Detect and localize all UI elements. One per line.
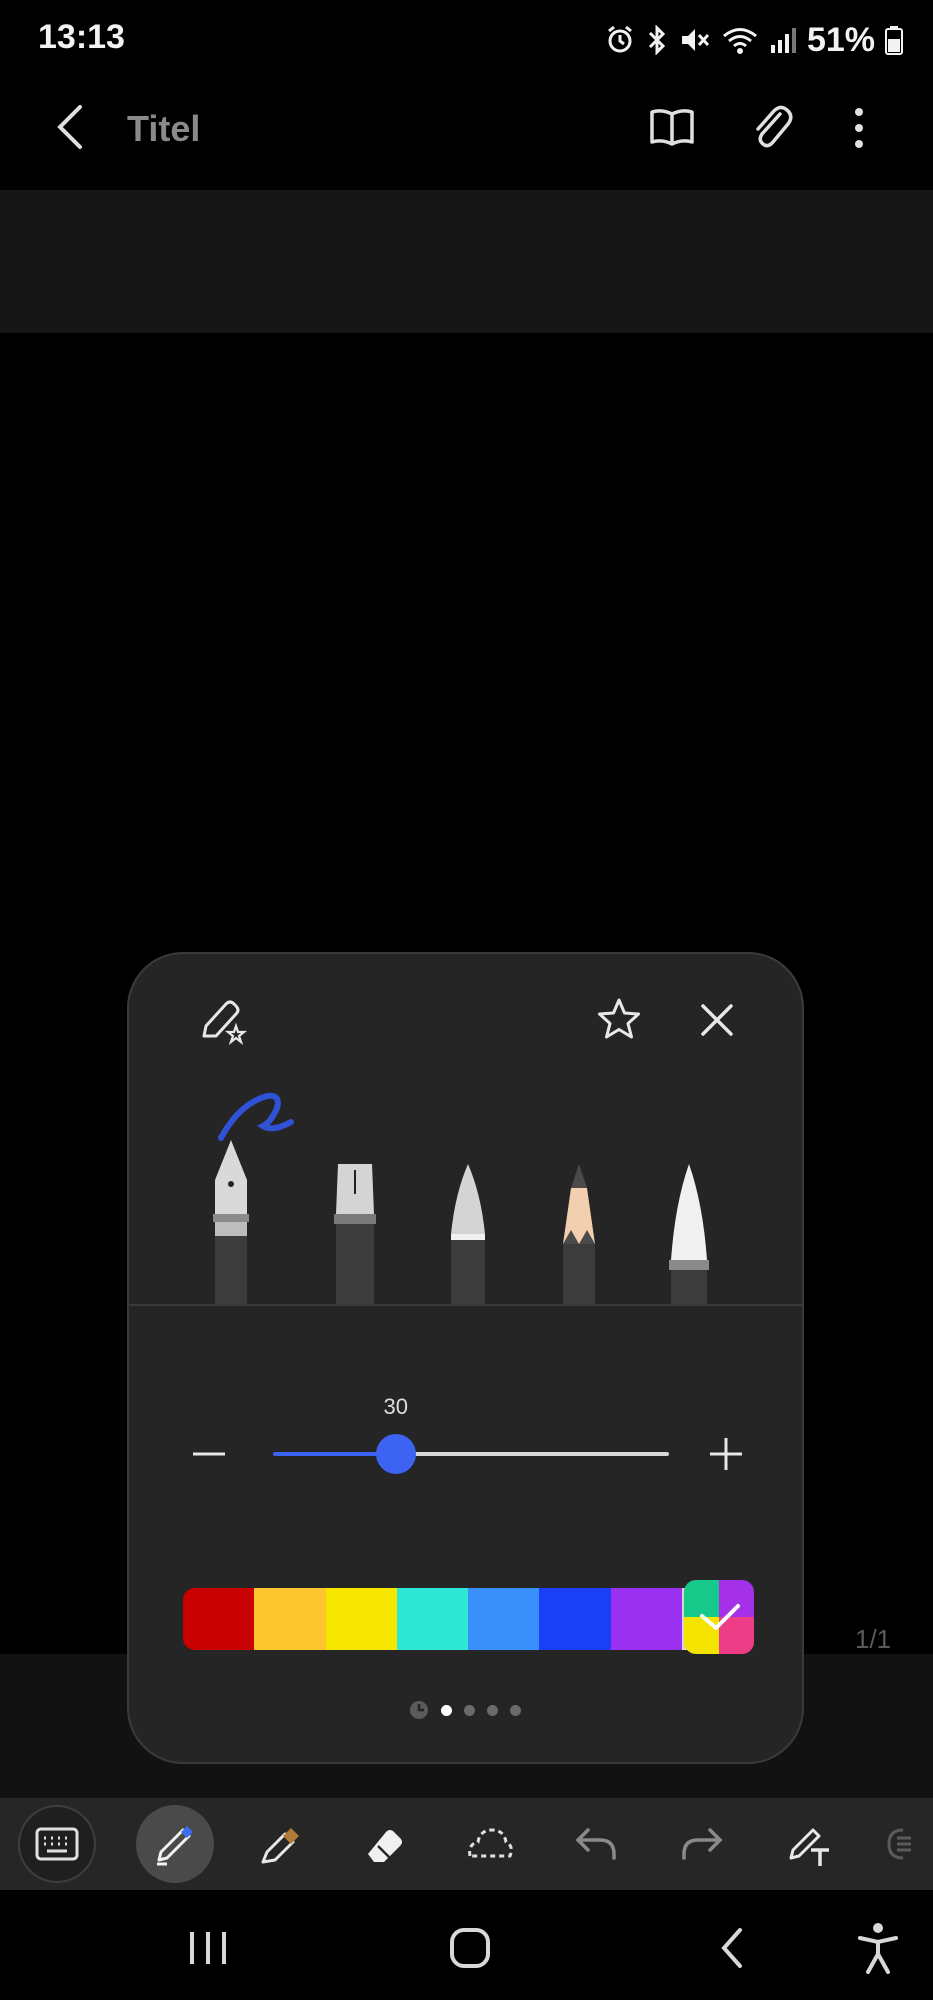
pen-icon bbox=[157, 1826, 193, 1866]
highlighter-icon bbox=[261, 1828, 299, 1864]
brush[interactable] bbox=[667, 1164, 711, 1304]
wifi-icon bbox=[722, 28, 757, 54]
pen-to-text-icon bbox=[789, 1828, 829, 1866]
palette-page-dots[interactable] bbox=[409, 1700, 521, 1720]
more-options-icon[interactable] bbox=[850, 106, 868, 150]
eraser-icon bbox=[368, 1830, 402, 1862]
title-area[interactable] bbox=[0, 190, 933, 333]
color-swatch[interactable] bbox=[183, 1588, 255, 1650]
bluetooth-icon bbox=[648, 25, 666, 55]
eraser-tool-button[interactable] bbox=[345, 1805, 423, 1883]
status-time: 13:13 bbox=[38, 18, 125, 56]
selected-color-swatch[interactable] bbox=[684, 1580, 754, 1654]
note-title[interactable]: Titel bbox=[127, 108, 200, 150]
highlighter-tool-button[interactable] bbox=[240, 1805, 318, 1883]
color-swatch[interactable] bbox=[539, 1588, 611, 1650]
pen-tray-divider bbox=[129, 1304, 802, 1306]
lasso-tool-button[interactable] bbox=[451, 1805, 529, 1883]
keyboard-button[interactable] bbox=[18, 1805, 96, 1883]
status-bar: 13:13 51% bbox=[0, 0, 933, 80]
decrease-size-icon[interactable] bbox=[189, 1440, 229, 1468]
redo-button[interactable] bbox=[663, 1805, 741, 1883]
palette-page-dot[interactable] bbox=[487, 1704, 498, 1716]
color-swatch[interactable] bbox=[610, 1588, 682, 1650]
alarm-icon bbox=[608, 25, 632, 53]
pen-tool-button[interactable] bbox=[136, 1805, 214, 1883]
fountain-pen[interactable] bbox=[209, 1064, 329, 1304]
increase-size-icon[interactable] bbox=[706, 1434, 746, 1474]
favorite-star-icon[interactable] bbox=[595, 996, 643, 1044]
undo-button[interactable] bbox=[557, 1805, 635, 1883]
calligraphy-pen[interactable] bbox=[334, 1164, 384, 1304]
pen-favorites-icon[interactable] bbox=[196, 996, 248, 1048]
lasso-icon bbox=[468, 1828, 513, 1858]
accessibility-icon[interactable] bbox=[856, 1920, 900, 1976]
recent-colors-icon[interactable] bbox=[409, 1700, 429, 1720]
pen-settings-panel: 30 bbox=[127, 952, 804, 1764]
page-indicator: 1/1 bbox=[855, 1624, 892, 1654]
palette-page-dot[interactable] bbox=[464, 1704, 475, 1716]
size-slider-thumb[interactable] bbox=[375, 1434, 416, 1474]
mute-icon bbox=[681, 29, 710, 51]
color-swatch[interactable] bbox=[396, 1588, 468, 1650]
book-view-icon[interactable] bbox=[648, 106, 696, 148]
more-tools-button[interactable] bbox=[872, 1805, 922, 1883]
text-format-icon bbox=[887, 1828, 911, 1860]
signal-icon bbox=[770, 28, 796, 53]
battery-icon bbox=[885, 26, 903, 55]
color-swatch[interactable] bbox=[325, 1588, 397, 1650]
pencil[interactable] bbox=[559, 1164, 599, 1304]
size-slider-track[interactable] bbox=[414, 1452, 669, 1456]
undo-icon bbox=[575, 1828, 616, 1860]
redo-icon bbox=[682, 1828, 723, 1860]
color-swatch[interactable] bbox=[254, 1588, 326, 1650]
status-icons: 51% bbox=[605, 18, 903, 62]
color-palette bbox=[183, 1588, 753, 1650]
close-icon[interactable] bbox=[697, 1000, 737, 1040]
color-spectrum-icon bbox=[684, 1580, 754, 1654]
battery-percentage: 51% bbox=[806, 20, 875, 59]
keyboard-icon bbox=[35, 1827, 79, 1861]
nav-back-icon[interactable] bbox=[712, 1924, 752, 1972]
color-swatch[interactable] bbox=[468, 1588, 540, 1650]
pen-to-text-button[interactable] bbox=[770, 1805, 848, 1883]
home-icon[interactable] bbox=[446, 1924, 494, 1972]
attach-icon[interactable] bbox=[750, 102, 794, 152]
pen-size-value: 30 bbox=[383, 1394, 408, 1419]
back-icon[interactable] bbox=[50, 102, 90, 152]
recent-apps-icon[interactable] bbox=[186, 1928, 230, 1968]
ballpoint-pen[interactable] bbox=[447, 1164, 489, 1304]
palette-page-dot[interactable] bbox=[510, 1704, 521, 1716]
palette-page-dot[interactable] bbox=[441, 1704, 452, 1716]
